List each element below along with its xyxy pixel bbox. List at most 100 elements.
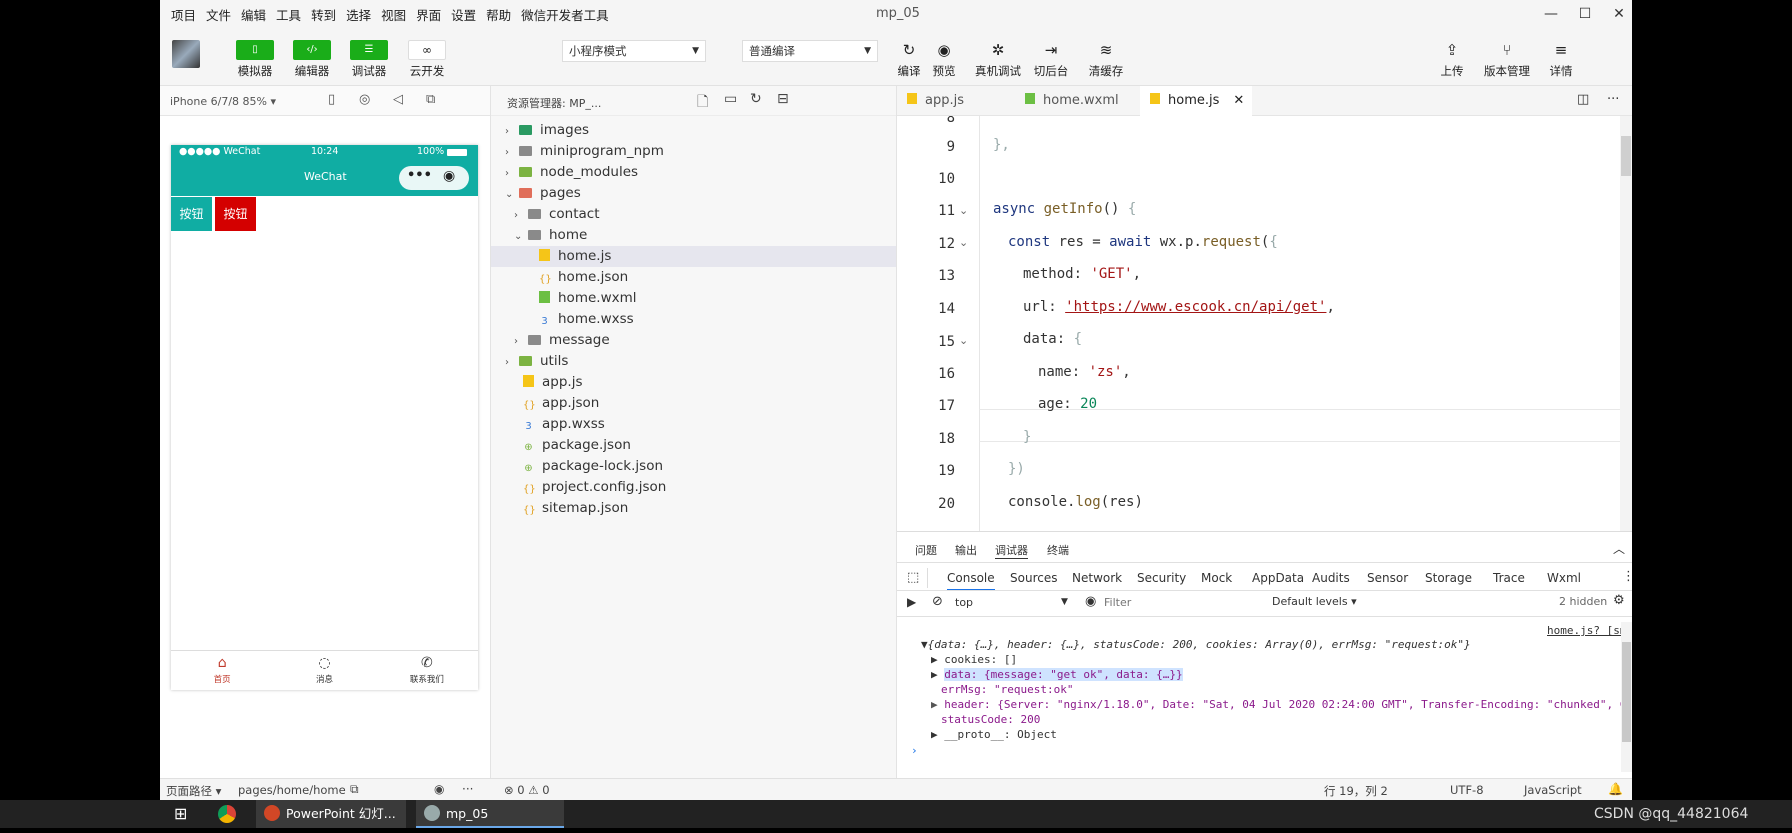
tree-file-home-js[interactable]: home.js — [539, 246, 611, 267]
tree-folder-home[interactable]: ⌄ home — [514, 225, 587, 246]
sidebar-toggle-icon[interactable]: ▶ — [907, 595, 916, 609]
tree-folder-node-modules[interactable]: › node_modules — [505, 162, 638, 183]
tree-folder-images[interactable]: › images — [505, 120, 589, 141]
tab-appdata[interactable]: AppData — [1252, 571, 1304, 585]
details-button[interactable]: ≡ 详情 — [1534, 40, 1588, 79]
tab-security[interactable]: Security — [1137, 571, 1186, 585]
tree-file-package-lock-json[interactable]: ⊕ package-lock.json — [523, 456, 663, 477]
tree-file-app-json[interactable]: {} app.json — [523, 393, 599, 414]
chevron-up-icon[interactable]: ︿ — [1613, 540, 1625, 557]
tab-audits[interactable]: Audits — [1312, 571, 1350, 585]
bell-icon[interactable]: 🔔 — [1608, 782, 1623, 796]
tree-folder-contact[interactable]: › contact — [514, 204, 600, 225]
editor-scrollbar-thumb[interactable] — [1621, 136, 1631, 176]
menu-interface[interactable]: 界面 — [411, 5, 446, 24]
new-file-icon[interactable]: 🗋 — [697, 91, 708, 115]
fold-chevron-icon[interactable]: ⌄ — [959, 334, 968, 347]
refresh-icon[interactable]: ↻ — [750, 91, 762, 107]
upload-button[interactable]: ⇪ 上传 — [1425, 40, 1479, 79]
more-icon[interactable]: ••• — [407, 168, 432, 183]
editor-scrollbar[interactable] — [1620, 116, 1632, 531]
tree-file-app-js[interactable]: app.js — [523, 372, 583, 393]
tree-folder-pages[interactable]: ⌄ pages — [505, 183, 581, 204]
menu-select[interactable]: 选择 — [341, 5, 376, 24]
language-mode[interactable]: JavaScript — [1524, 783, 1582, 797]
tab-contact[interactable]: ✆ 联系我们 — [376, 651, 478, 690]
capsule-button[interactable]: ••• ◉ — [399, 166, 469, 190]
menu-view[interactable]: 视图 — [376, 5, 411, 24]
kebab-menu-icon[interactable]: ⋮ — [1622, 569, 1632, 584]
taskbar-mp05[interactable]: mp_05 — [416, 800, 564, 828]
tab-home-js[interactable]: home.js ✕ — [1140, 86, 1252, 116]
eye-icon[interactable]: ◉ — [434, 782, 444, 796]
mode-select[interactable]: 小程序模式 ▼ — [562, 40, 706, 62]
tab-message[interactable]: ◌ 消息 — [273, 651, 375, 690]
tree-file-package-json[interactable]: ⊕ package.json — [523, 435, 631, 456]
code-area[interactable]: 8 9 10 11 12 13 14 15 16 17 18 19 20 ⌄ ⌄… — [897, 116, 1632, 531]
menu-goto[interactable]: 转到 — [306, 5, 341, 24]
tab-network[interactable]: Network — [1072, 571, 1122, 585]
maximize-button[interactable]: ☐ — [1574, 4, 1596, 24]
tree-file-home-json[interactable]: {} home.json — [539, 267, 628, 288]
inspect-icon[interactable]: ⬚ — [907, 570, 919, 585]
levels-select[interactable]: Default levels ▾ — [1272, 595, 1357, 608]
eye-icon[interactable]: ◉ — [1085, 594, 1096, 609]
filter-input[interactable] — [1104, 593, 1264, 612]
tab-console[interactable]: Console — [947, 571, 995, 591]
copy-icon[interactable]: ⧉ — [350, 782, 359, 797]
tab-trace[interactable]: Trace — [1493, 571, 1525, 585]
more-icon[interactable]: ··· — [462, 782, 473, 796]
avatar[interactable] — [172, 40, 200, 68]
encoding[interactable]: UTF-8 — [1450, 783, 1484, 797]
tree-file-sitemap-json[interactable]: {} sitemap.json — [523, 498, 628, 519]
close-window-button[interactable]: ✕ — [1608, 4, 1630, 24]
tab-storage[interactable]: Storage — [1425, 571, 1472, 585]
menu-help[interactable]: 帮助 — [481, 5, 516, 24]
panel-tab-terminal[interactable]: 终端 — [1047, 542, 1069, 558]
menu-edit[interactable]: 编辑 — [236, 5, 271, 24]
tree-folder-utils[interactable]: › utils — [505, 351, 568, 372]
panel-tab-output[interactable]: 输出 — [955, 542, 977, 558]
console-prompt[interactable]: › — [911, 744, 918, 757]
close-icon[interactable]: ✕ — [1233, 93, 1244, 108]
gear-icon[interactable]: ⚙ — [1613, 593, 1625, 608]
chrome-icon[interactable] — [218, 800, 238, 828]
editor-button[interactable]: ‹/› 编辑器 — [285, 40, 339, 79]
tab-sources[interactable]: Sources — [1010, 571, 1057, 585]
problem-counts[interactable]: ⊗ 0 ⚠ 0 — [504, 783, 550, 797]
clear-console-icon[interactable]: ⊘ — [932, 594, 943, 609]
panel-tab-debugger[interactable]: 调试器 — [995, 542, 1028, 559]
sound-icon[interactable]: ◁ — [393, 92, 403, 107]
close-circle-icon[interactable]: ◉ — [443, 168, 455, 184]
cloud-button[interactable]: ∞ 云开发 — [400, 40, 454, 79]
tab-sensor[interactable]: Sensor — [1367, 571, 1408, 585]
console-scrollbar-thumb[interactable] — [1622, 642, 1631, 742]
menu-tools[interactable]: 工具 — [271, 5, 306, 24]
windows-start-icon[interactable]: ⊞ — [174, 800, 187, 828]
button-2[interactable]: 按钮 — [215, 197, 256, 231]
collapse-icon[interactable]: ⊟ — [777, 91, 789, 107]
tab-mock[interactable]: Mock — [1201, 571, 1232, 585]
menu-project[interactable]: 项目 — [166, 5, 201, 24]
remote-debug-button[interactable]: ✲ 真机调试 — [968, 40, 1028, 79]
page-path-select[interactable]: 页面路径 ▾ — [166, 783, 221, 799]
preview-button[interactable]: ◉ 预览 — [917, 40, 971, 79]
device-select[interactable]: iPhone 6/7/8 85% ▾ — [170, 95, 276, 108]
log-header[interactable]: ▶ header: {Server: "nginx/1.18.0", Date:… — [931, 698, 1632, 711]
log-summary[interactable]: ▼{data: {…}, header: {…}, statusCode: 20… — [921, 638, 1471, 651]
menu-file[interactable]: 文件 — [201, 5, 236, 24]
debugger-button[interactable]: ☰ 调试器 — [342, 40, 396, 79]
source-link[interactable]: home.js? [sm]:20 — [1547, 624, 1632, 637]
tab-app-js[interactable]: app.js — [897, 86, 1015, 116]
fold-chevron-icon[interactable]: ⌄ — [959, 236, 968, 249]
menu-wechat-devtools[interactable]: 微信开发者工具 — [516, 5, 614, 24]
menu-settings[interactable]: 设置 — [446, 5, 481, 24]
new-folder-icon[interactable]: ▭ — [724, 91, 737, 107]
panel-tab-problems[interactable]: 问题 — [915, 542, 937, 558]
background-button[interactable]: ⇥ 切后台 — [1024, 40, 1078, 79]
more-icon[interactable]: ··· — [1607, 92, 1619, 107]
tree-folder-miniprogram-npm[interactable]: › miniprogram_npm — [505, 141, 664, 162]
fold-chevron-icon[interactable]: ⌄ — [959, 204, 968, 217]
button-1[interactable]: 按钮 — [171, 197, 212, 231]
tab-home-wxml[interactable]: home.wxml — [1015, 86, 1133, 116]
